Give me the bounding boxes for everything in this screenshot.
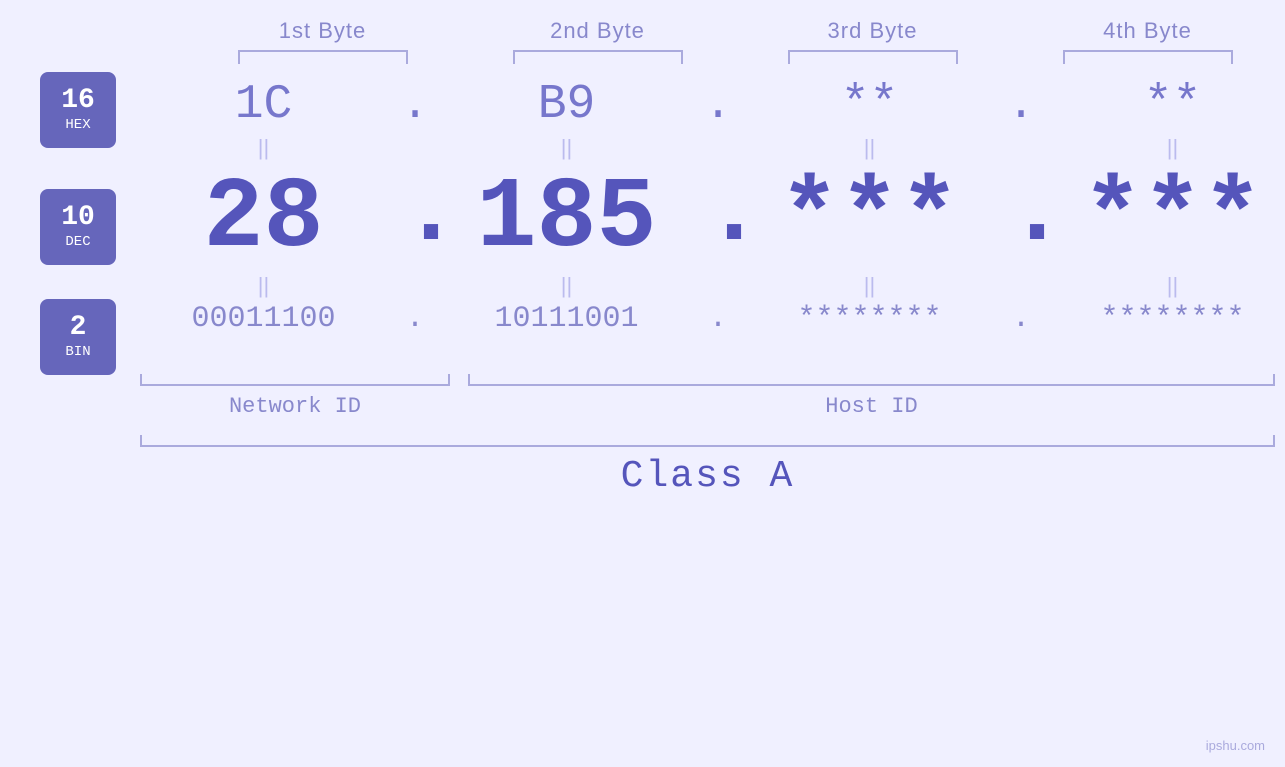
bin-row: 00011100 . 10111001 . ******** . *******… [126,302,1285,336]
dec-cell-3: *** [732,170,1007,270]
bracket-line-2 [513,50,683,64]
eq-1-cell-1: || [126,135,401,161]
class-label-row: Class A [140,455,1275,498]
dec-dot-3: . [1007,164,1035,270]
badge-dec-number: 10 [61,204,95,232]
eq-1-cell-2: || [429,135,704,161]
bin-dot-3: . [1007,302,1035,336]
badge-hex-spacer: 16 HEX [40,78,116,142]
bracket-3 [735,50,1010,64]
bracket-line-4 [1063,50,1233,64]
bin-cell-4: ******** [1035,302,1285,336]
badge-bin-spacer: 2 BIN [40,312,116,362]
dec-value-3: *** [779,163,959,276]
byte-header-4: 4th Byte [1010,18,1285,44]
bin-value-4: ******** [1100,302,1244,336]
bracket-line-1 [238,50,408,64]
bin-cell-2: 10111001 [429,302,704,336]
bracket-line-3 [788,50,958,64]
bin-value-3: ******** [797,302,941,336]
bracket-1 [185,50,460,64]
bin-value-2: 10111001 [494,302,638,336]
hex-cell-3: ** [732,78,1007,132]
bin-dot-2: . [704,302,732,336]
bottom-labels: Network ID Host ID [140,394,1285,419]
hex-value-2: B9 [538,78,596,132]
byte-header-3: 3rd Byte [735,18,1010,44]
hex-value-3: ** [841,78,899,132]
badge-bin: 2 BIN [40,299,116,375]
badge-dec-spacer: 10 DEC [40,172,116,282]
eq-2-cell-1: || [126,273,401,299]
top-brackets [0,50,1285,64]
badge-bin-number: 2 [70,314,87,342]
byte-header-2: 2nd Byte [460,18,735,44]
dec-cell-2: 185 [429,170,704,270]
bin-value-1: 00011100 [191,302,335,336]
hex-value-1: 1C [235,78,293,132]
eq-2-cell-2: || [429,273,704,299]
badge-dec-label: DEC [65,234,90,250]
hex-dot-1: . [401,79,429,131]
network-id-label: Network ID [140,394,450,419]
host-bracket [468,374,1275,386]
class-section: Class A [0,435,1285,498]
bin-dot-1: . [401,302,429,336]
dec-value-4: *** [1082,163,1262,276]
hex-dot-2: . [704,79,732,131]
dec-cell-4: *** [1035,170,1285,270]
dec-value-1: 28 [203,163,323,276]
eq-spacer-1 [40,142,116,172]
hex-row: 1C . B9 . ** . ** [126,78,1285,132]
bottom-brackets [140,374,1285,386]
dec-row: 28 . 185 . *** . *** [126,164,1285,270]
class-bracket [140,435,1275,447]
hex-dot-3: . [1007,79,1035,131]
badge-hex-label: HEX [65,117,90,133]
dec-dot-1: . [401,164,429,270]
bin-cell-3: ******** [732,302,1007,336]
hex-value-4: ** [1144,78,1202,132]
badge-hex: 16 HEX [40,72,116,148]
dec-cell-1: 28 [126,170,401,270]
bracket-4 [1010,50,1285,64]
eq-2-cell-4: || [1035,273,1285,299]
badge-bin-label: BIN [65,344,90,360]
bracket-2 [460,50,735,64]
eq-1-cell-3: || [732,135,1007,161]
bottom-section: Network ID Host ID [0,374,1285,419]
eq-1-cell-4: || [1035,135,1285,161]
values-stack: 1C . B9 . ** . ** || || [126,78,1285,362]
hex-cell-2: B9 [429,78,704,132]
badges-stack: 16 HEX 10 DEC 2 BIN [40,78,116,362]
host-id-label: Host ID [468,394,1275,419]
byte-header-1: 1st Byte [185,18,460,44]
badge-hex-number: 16 [61,87,95,115]
eq-2-cell-3: || [732,273,1007,299]
network-bracket [140,374,450,386]
rows-wrapper: 16 HEX 10 DEC 2 BIN [0,78,1285,362]
byte-headers-row: 1st Byte 2nd Byte 3rd Byte 4th Byte [0,18,1285,44]
class-label: Class A [621,455,795,498]
hex-cell-1: 1C [126,78,401,132]
watermark: ipshu.com [1206,738,1265,753]
bin-cell-1: 00011100 [126,302,401,336]
main-container: 1st Byte 2nd Byte 3rd Byte 4th Byte 16 H… [0,0,1285,767]
hex-cell-4: ** [1035,78,1285,132]
dec-value-2: 185 [476,163,656,276]
dec-dot-2: . [704,164,732,270]
badge-dec: 10 DEC [40,189,116,265]
